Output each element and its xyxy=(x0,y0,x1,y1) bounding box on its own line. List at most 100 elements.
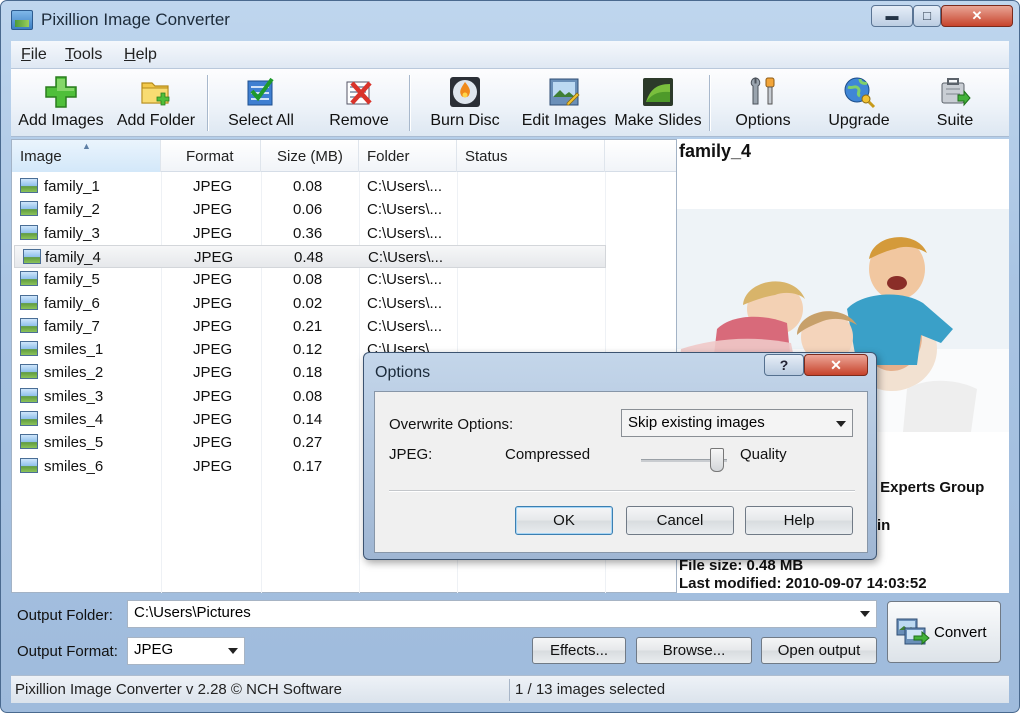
table-row[interactable]: family_2 JPEG 0.06 C:\Users\... xyxy=(12,198,676,221)
make-slides-button[interactable]: Make Slides xyxy=(611,73,705,133)
quality-slider-thumb[interactable] xyxy=(710,448,724,472)
format-cell: JPEG xyxy=(193,201,233,218)
folder-cell: C:\Users\... xyxy=(367,225,443,242)
column-folder[interactable]: Folder xyxy=(359,140,457,172)
format-cell: JPEG xyxy=(193,295,233,312)
add-folder-button[interactable]: Add Folder xyxy=(111,73,201,133)
suite-label: Suite xyxy=(936,112,974,129)
options-dialog: Options ? ✕ Overwrite Options: Skip exis… xyxy=(363,352,877,560)
format-cell: JPEG xyxy=(193,225,233,242)
output-format-select[interactable]: JPEG xyxy=(127,637,245,665)
format-cell: JPEG xyxy=(194,249,234,266)
options-button[interactable]: Options xyxy=(717,73,809,133)
burn-disc-button[interactable]: Burn Disc xyxy=(419,73,511,133)
image-file-icon xyxy=(20,411,38,426)
menu-file[interactable]: File xyxy=(21,46,47,64)
output-format-label: Output Format: xyxy=(17,643,118,660)
column-image[interactable]: Image ▲ xyxy=(12,140,161,172)
maximize-button[interactable]: □ xyxy=(913,5,941,27)
status-bar: Pixillion Image Converter v 2.28 © NCH S… xyxy=(11,675,1009,703)
table-row[interactable]: family_7 JPEG 0.21 C:\Users\... xyxy=(12,315,676,338)
select-all-button[interactable]: Select All xyxy=(215,73,307,133)
image-name-cell: family_4 xyxy=(45,249,101,266)
add-images-button[interactable]: Add Images xyxy=(13,73,109,133)
ok-button[interactable]: OK xyxy=(515,506,613,535)
table-row[interactable]: family_3 JPEG 0.36 C:\Users\... xyxy=(12,222,676,245)
dialog-body: Overwrite Options: Skip existing images … xyxy=(374,391,868,553)
close-button[interactable]: ✕ xyxy=(941,5,1013,27)
menu-help[interactable]: Help xyxy=(124,46,157,64)
image-name-cell: family_1 xyxy=(44,178,100,195)
cancel-button[interactable]: Cancel xyxy=(626,506,734,535)
image-name-cell: family_5 xyxy=(44,271,100,288)
chevron-down-icon xyxy=(228,648,238,654)
image-name-cell: smiles_4 xyxy=(44,411,104,428)
chevron-down-icon xyxy=(836,421,846,427)
browse-button[interactable]: Browse... xyxy=(636,637,752,664)
image-file-icon xyxy=(20,201,38,216)
size-cell: 0.08 xyxy=(293,178,323,195)
size-cell: 0.06 xyxy=(293,201,323,218)
column-size[interactable]: Size (MB) xyxy=(261,140,359,172)
format-cell: JPEG xyxy=(193,271,233,288)
size-cell: 0.12 xyxy=(293,341,323,358)
size-cell: 0.08 xyxy=(293,271,323,288)
image-name-cell: family_6 xyxy=(44,295,100,312)
image-name-cell: smiles_6 xyxy=(44,458,104,475)
convert-button[interactable]: Convert xyxy=(887,601,1001,663)
column-status[interactable]: Status xyxy=(457,140,605,172)
title-bar[interactable]: Pixillion Image Converter ▬ □ ✕ xyxy=(1,1,1019,41)
size-cell: 0.21 xyxy=(293,318,323,335)
preview-last-modified: Last modified: 2010-09-07 14:03:52 xyxy=(679,575,927,592)
suite-button[interactable]: Suite xyxy=(909,73,1001,133)
output-panel: Output Folder: C:\Users\Pictures Output … xyxy=(11,595,1009,671)
toolbar-separator xyxy=(207,75,208,131)
upgrade-button[interactable]: Upgrade xyxy=(813,73,905,133)
column-format[interactable]: Format xyxy=(161,140,261,172)
remove-label: Remove xyxy=(329,112,389,129)
size-cell: 0.02 xyxy=(293,295,323,312)
preview-info-author: : Experts Group xyxy=(871,479,985,496)
table-row[interactable]: family_6 JPEG 0.02 C:\Users\... xyxy=(12,292,676,315)
convert-icon xyxy=(896,618,930,646)
options-label: Options xyxy=(735,112,791,129)
sort-ascending-icon: ▲ xyxy=(82,141,91,151)
image-name-cell: smiles_3 xyxy=(44,388,104,405)
folder-cell: C:\Users\... xyxy=(367,178,443,195)
table-row[interactable]: family_4 JPEG 0.48 C:\Users\... xyxy=(14,245,606,268)
folder-cell: C:\Users\... xyxy=(367,295,443,312)
table-row[interactable]: family_5 JPEG 0.08 C:\Users\... xyxy=(12,268,676,291)
table-row[interactable]: family_1 JPEG 0.08 C:\Users\... xyxy=(12,175,676,198)
overwrite-options-select[interactable]: Skip existing images xyxy=(621,409,853,437)
overwrite-options-label: Overwrite Options: xyxy=(389,416,514,433)
folder-add-icon xyxy=(141,82,170,106)
menu-tools[interactable]: Tools xyxy=(65,46,102,64)
minimize-button[interactable]: ▬ xyxy=(871,5,913,27)
add-images-label: Add Images xyxy=(18,112,104,129)
image-name-cell: smiles_2 xyxy=(44,364,104,381)
size-cell: 0.14 xyxy=(293,411,323,428)
convert-label: Convert xyxy=(934,624,987,641)
status-selection-count: 1 / 13 images selected xyxy=(515,681,666,698)
jpeg-mode-value: Compressed xyxy=(505,446,591,463)
list-header: Image ▲ Format Size (MB) Folder Status xyxy=(12,140,676,172)
size-cell: 0.36 xyxy=(293,225,323,242)
folder-cell: C:\Users\... xyxy=(367,201,443,218)
folder-cell: C:\Users\... xyxy=(367,318,443,335)
effects-button[interactable]: Effects... xyxy=(532,637,626,664)
app-window: Pixillion Image Converter ▬ □ ✕ File Too… xyxy=(0,0,1020,713)
image-file-icon xyxy=(20,318,38,333)
open-output-button[interactable]: Open output xyxy=(761,637,877,664)
dialog-help-icon[interactable]: ? xyxy=(764,354,804,376)
output-folder-combo[interactable]: C:\Users\Pictures xyxy=(127,600,877,628)
dialog-close-button[interactable]: ✕ xyxy=(804,354,868,376)
format-cell: JPEG xyxy=(193,364,233,381)
status-divider xyxy=(509,679,510,701)
help-button[interactable]: Help xyxy=(745,506,853,535)
image-file-icon xyxy=(20,341,38,356)
chevron-down-icon xyxy=(860,611,870,617)
window-title: Pixillion Image Converter xyxy=(41,10,230,29)
edit-images-button[interactable]: Edit Images xyxy=(515,73,613,133)
remove-button[interactable]: Remove xyxy=(313,73,405,133)
image-file-icon xyxy=(20,225,38,240)
